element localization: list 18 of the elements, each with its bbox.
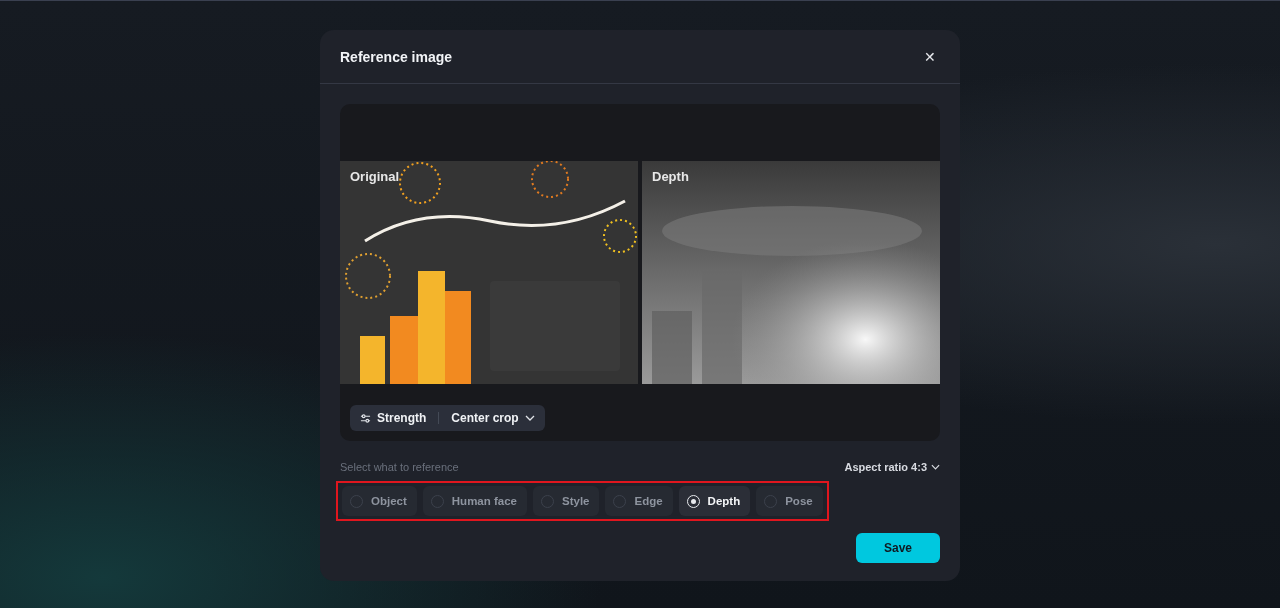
sliders-icon [360, 412, 371, 424]
reference-option[interactable]: Edge [605, 486, 673, 516]
chevron-down-icon [931, 464, 940, 470]
dialog-title: Reference image [340, 48, 453, 65]
crop-dropdown[interactable]: Center crop [449, 411, 537, 425]
image-label: Original [350, 169, 400, 184]
section-label: Select what to reference [340, 461, 459, 473]
chevron-down-icon [524, 415, 535, 421]
save-button[interactable]: Save [856, 533, 940, 563]
reference-option[interactable]: Pose [756, 486, 823, 516]
reference-option[interactable]: Style [533, 486, 600, 516]
strength-button[interactable]: Strength [358, 411, 429, 425]
reference-option[interactable]: Object [342, 486, 417, 516]
reference-option[interactable]: Depth [678, 486, 751, 516]
close-button[interactable]: ✕ [920, 46, 940, 67]
aspect-ratio-dropdown[interactable]: Aspect ratio 4:3 [844, 461, 940, 473]
image-label: Depth [652, 169, 689, 184]
reference-option[interactable]: Human face [422, 486, 527, 516]
